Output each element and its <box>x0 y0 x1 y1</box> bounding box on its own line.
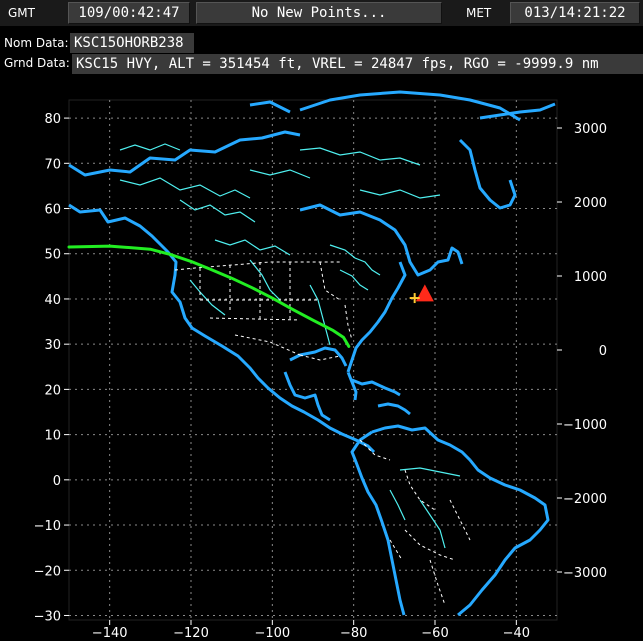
x-tick-label: −80 <box>340 626 367 641</box>
right-tick-label: −3000 <box>563 566 607 581</box>
right-tick-label: −1000 <box>563 418 607 433</box>
longitude-axis: −140 −120 −100 −80 −60 −40 <box>92 620 530 641</box>
x-tick-label: −40 <box>503 626 530 641</box>
nominal-point-plus-icon <box>409 293 420 304</box>
y-tick-label: 50 <box>44 248 61 263</box>
map-plot[interactable]: −140 −120 −100 −80 −60 −40 80706050403020100−… <box>0 0 643 641</box>
political-borders <box>174 261 471 606</box>
y-tick-label: 20 <box>44 383 61 398</box>
plot-area <box>68 99 558 621</box>
coastline-north-america <box>68 90 556 617</box>
rivers-lakes <box>119 143 461 549</box>
latitude-axis: 80 70 60 50 40 30 20 10 0 −10 −20 −30 <box>34 112 69 624</box>
right-axis: 3000 2000 1000 0 −1000 −2000 −3000 <box>557 122 607 581</box>
right-tick-label: −2000 <box>563 492 607 507</box>
ground-track-line <box>67 244 351 348</box>
y-tick-label: −30 <box>34 609 61 624</box>
y-tick-label: 10 <box>44 429 61 444</box>
y-tick-label: 60 <box>44 203 61 218</box>
y-tick-label: 0 <box>53 474 61 489</box>
right-tick-label: 0 <box>599 344 607 359</box>
land-features <box>68 90 556 617</box>
y-tick-label: 80 <box>44 112 61 127</box>
x-tick-label: −120 <box>173 626 209 641</box>
x-tick-label: −140 <box>92 626 128 641</box>
lat-lon-grid <box>69 100 557 620</box>
right-tick-label: 3000 <box>574 122 607 137</box>
y-tick-label: 30 <box>44 338 61 353</box>
y-tick-label: −10 <box>34 519 61 534</box>
right-tick-label: 2000 <box>574 196 607 211</box>
y-tick-label: 70 <box>44 157 61 172</box>
x-tick-label: −100 <box>254 626 290 641</box>
x-tick-label: −60 <box>421 626 448 641</box>
y-tick-label: −20 <box>34 564 61 579</box>
y-tick-label: 40 <box>44 293 61 308</box>
right-tick-label: 1000 <box>574 270 607 285</box>
